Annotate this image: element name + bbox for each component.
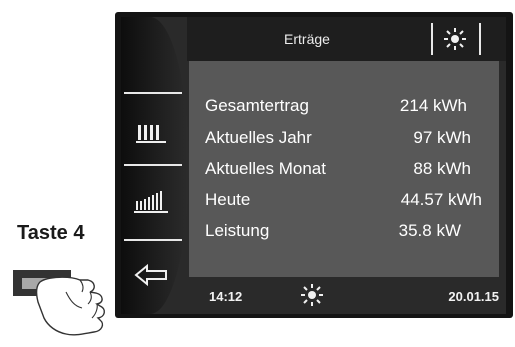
yield-value: 35.8 kW (398, 221, 461, 240)
date: 20.01.15 (448, 289, 499, 304)
side-button-yield-history[interactable] (121, 184, 183, 220)
header-divider (431, 23, 433, 55)
side-divider (124, 239, 182, 241)
header-divider (479, 23, 481, 55)
bar-chart-icon (136, 125, 166, 143)
yield-row-today: Heute 44.57 kWh (189, 190, 499, 214)
pointing-hand-icon (35, 276, 105, 336)
yield-row-total: Gesamtertrag 214 kWh (189, 96, 499, 120)
sun-icon (301, 284, 323, 306)
bar-chart-fine-icon (134, 191, 168, 213)
yield-label: Gesamtertrag (205, 96, 309, 115)
yield-value: 44.57 kWh (400, 190, 482, 209)
yield-row-power: Leistung 35.8 kW (189, 221, 499, 245)
back-button[interactable] (121, 257, 183, 293)
yield-value: 88 kWh (413, 159, 471, 178)
side-button-yield-overview[interactable] (121, 115, 183, 151)
yield-row-month: Aktuelles Monat 88 kWh (189, 159, 499, 183)
key-label: Taste 4 (17, 222, 85, 244)
yield-value: 214 kWh (399, 96, 467, 115)
sun-icon (444, 28, 466, 50)
yield-label: Aktuelles Jahr (205, 128, 312, 147)
side-menu (121, 17, 189, 314)
screen-header: Erträge (187, 17, 506, 61)
clock: 14:12 (209, 289, 243, 304)
side-divider (124, 164, 182, 166)
yield-label: Leistung (205, 221, 270, 240)
arrow-left-icon (134, 263, 167, 287)
side-divider (124, 92, 182, 94)
display-screen: Erträge Gesamtertrag 214 kWh Aktuelles J… (121, 17, 506, 314)
yield-label: Heute (205, 190, 251, 209)
page-title: Erträge (284, 31, 330, 47)
yield-label: Aktuelles Monat (205, 159, 326, 178)
yield-row-year: Aktuelles Jahr 97 kWh (189, 128, 499, 152)
weather-button[interactable] (435, 23, 475, 55)
yield-value: 97 kWh (413, 128, 471, 147)
yield-panel: Gesamtertrag 214 kWh Aktuelles Jahr 97 k… (189, 61, 499, 277)
